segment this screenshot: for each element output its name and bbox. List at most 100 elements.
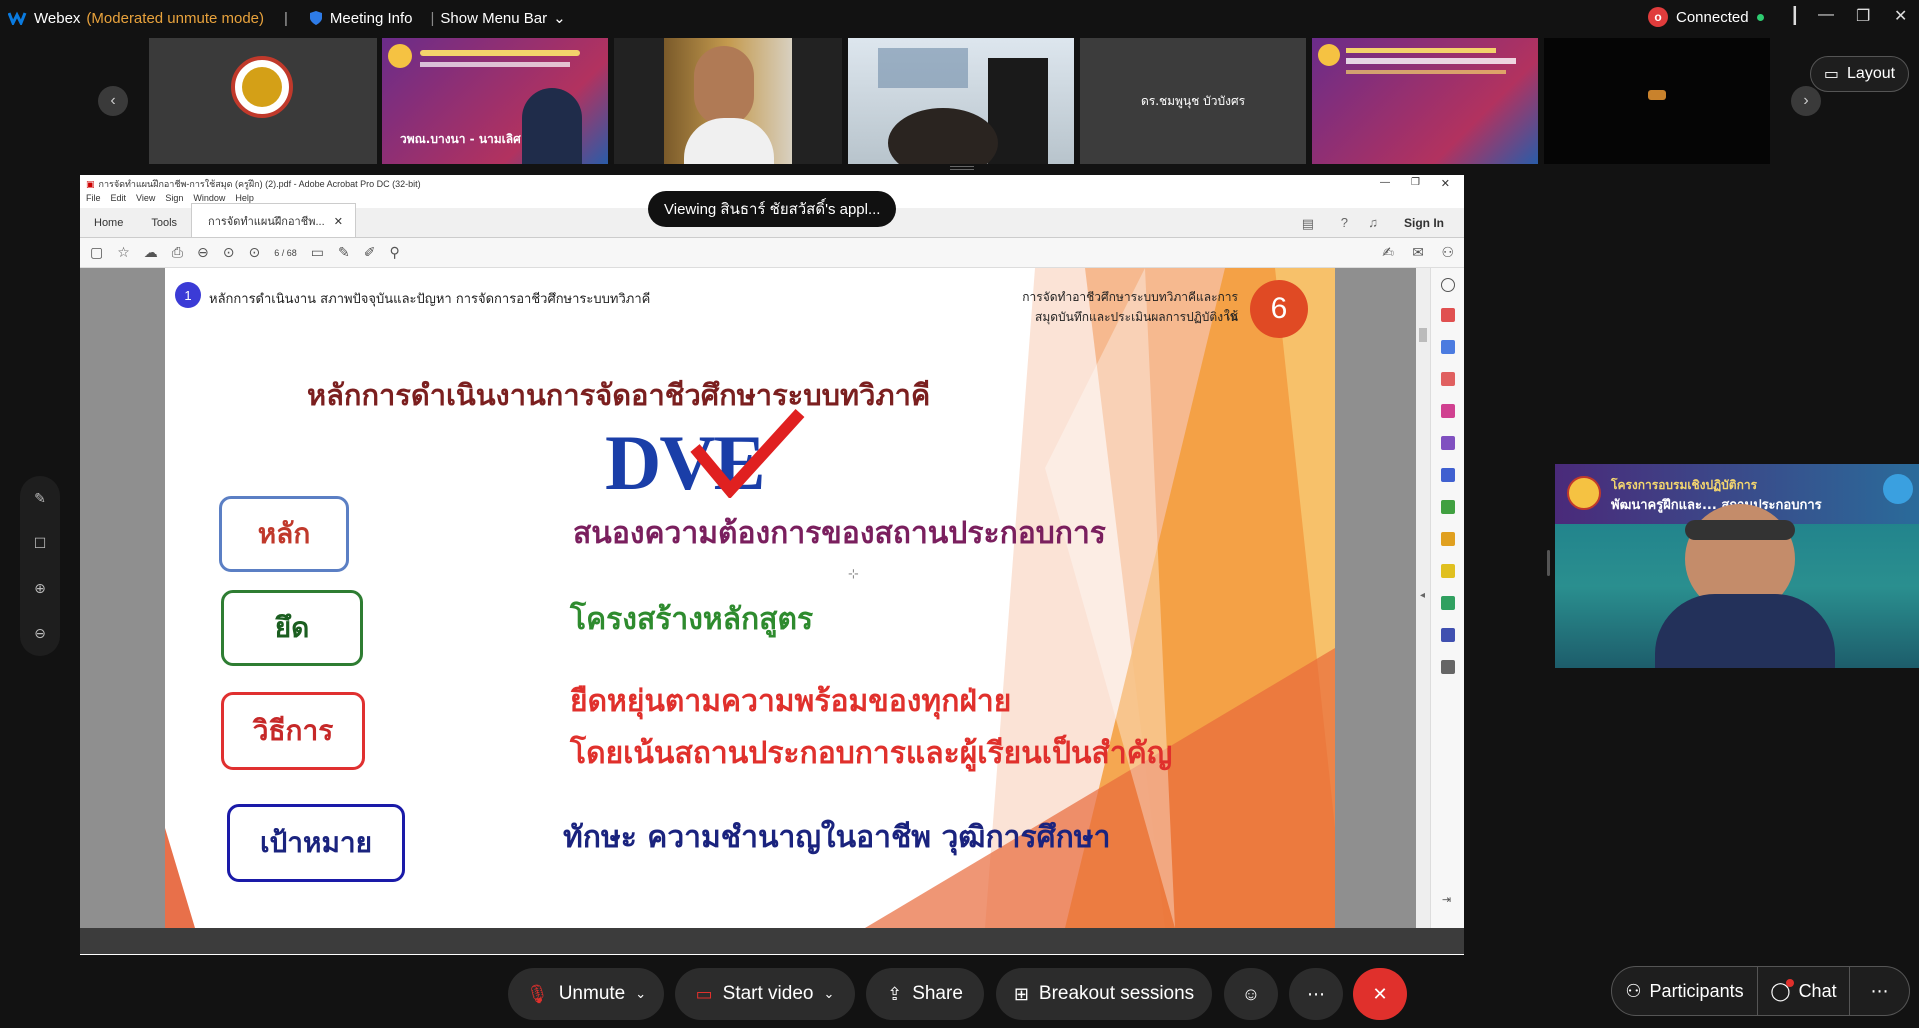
resize-handle[interactable] xyxy=(950,166,974,170)
page-number-field[interactable]: 6 / 68 xyxy=(274,248,297,258)
more-options-button[interactable]: ⋯ xyxy=(1289,968,1343,1020)
tab-document[interactable]: การจัดทำแผนฝึกอาชีพ... ✕ xyxy=(191,203,356,237)
current-page[interactable]: 6 xyxy=(274,248,279,258)
participants-button[interactable]: ⚇ Participants xyxy=(1611,966,1758,1016)
participant-tile[interactable] xyxy=(149,38,377,164)
start-video-button[interactable]: ▭ Start video ⌄ xyxy=(675,968,855,1020)
zoom-in-icon[interactable]: ⊕ xyxy=(34,580,46,597)
layout-button[interactable]: ▭ Layout xyxy=(1810,56,1909,92)
participant-tile[interactable] xyxy=(1544,38,1770,164)
resize-handle[interactable] xyxy=(1547,550,1550,576)
edit-pdf-icon[interactable] xyxy=(1441,372,1455,386)
chevron-down-icon[interactable]: ⌄ xyxy=(823,986,834,1002)
print-icon[interactable]: ⎙ xyxy=(172,244,183,261)
more-panels-button[interactable]: ⋯ xyxy=(1850,966,1910,1016)
share-label: Share xyxy=(912,983,963,1004)
participant-tile[interactable] xyxy=(848,38,1074,164)
menu-view[interactable]: View xyxy=(136,193,155,208)
participant-tile[interactable]: วพณ.บางนา - นามเลิศ xyxy=(382,38,608,164)
unread-dot xyxy=(1786,978,1795,987)
restore-icon[interactable]: ❐ xyxy=(1856,6,1870,26)
show-menu-bar-label: Show Menu Bar xyxy=(440,9,548,27)
export-pdf-icon[interactable] xyxy=(1441,308,1455,322)
row-text-principle: สนองความต้องการของสถานประกอบการ xyxy=(573,516,1106,551)
collapse-right-icon[interactable]: ◂ xyxy=(1420,590,1425,601)
close-icon[interactable]: ✕ xyxy=(1441,177,1450,190)
bell-icon[interactable]: ♫ xyxy=(1368,215,1378,230)
email-icon[interactable]: ✉ xyxy=(1412,244,1424,261)
sign-in-button[interactable]: Sign In xyxy=(1404,216,1444,230)
draw-icon[interactable]: ✐ xyxy=(364,244,376,261)
share-user-icon[interactable]: ⚇ xyxy=(1441,244,1454,261)
person-face xyxy=(694,46,754,126)
save-icon[interactable]: ▢ xyxy=(90,244,103,261)
create-pdf-icon[interactable] xyxy=(1441,340,1455,354)
more-tools-icon[interactable] xyxy=(1441,660,1455,674)
menu-edit[interactable]: Edit xyxy=(111,193,127,208)
active-speaker-video[interactable]: โครงการอบรมเชิงปฏิบัติการ พัฒนาครูฝึกและ… xyxy=(1555,464,1919,668)
minimize-icon[interactable]: — xyxy=(1380,177,1390,188)
more-icon: ⋯ xyxy=(1307,983,1325,1004)
fill-sign-icon[interactable]: ✍ xyxy=(1382,244,1394,261)
participant-tile[interactable]: ดร.ชมพูนุช บัวบังศร xyxy=(1080,38,1306,164)
organize-pages-icon[interactable] xyxy=(1441,500,1455,514)
protect-icon[interactable] xyxy=(1441,532,1455,546)
zoom-out-icon[interactable]: ⊖ xyxy=(34,625,46,642)
star-icon[interactable]: ☆ xyxy=(117,244,130,261)
breakout-sessions-button[interactable]: ⊞ Breakout sessions xyxy=(996,968,1212,1020)
minimize-icon[interactable]: — xyxy=(1818,6,1834,24)
unmute-button[interactable]: 🎙 Unmute ⌄ xyxy=(508,968,664,1020)
search-icon[interactable] xyxy=(1441,278,1455,292)
help-icon[interactable]: ? xyxy=(1341,215,1348,230)
restore-icon[interactable]: ❐ xyxy=(1411,177,1420,188)
banner-stripe xyxy=(1346,58,1516,64)
comment-tool-icon[interactable] xyxy=(1441,404,1455,418)
connection-status[interactable]: o Connected xyxy=(1648,7,1764,27)
meeting-info-button[interactable]: Meeting Info xyxy=(308,10,412,27)
banner-stripe xyxy=(420,50,580,56)
comment-icon[interactable] xyxy=(1441,564,1455,578)
tab-tools[interactable]: Tools xyxy=(137,217,191,237)
document-view[interactable]: 1 หลักการดำเนินงาน สภาพปัจจุบันและปัญหา … xyxy=(80,268,1430,928)
show-menu-bar-button[interactable]: | Show Menu Bar ⌄ xyxy=(430,9,565,28)
emblem-icon xyxy=(1883,474,1913,504)
hand-icon[interactable]: ☐ xyxy=(34,535,47,552)
comment-icon[interactable]: ▤ xyxy=(1302,216,1314,232)
scroll-thumb[interactable] xyxy=(1419,328,1427,342)
annotation-toolbar: ✎ ☐ ⊕ ⊖ xyxy=(20,476,60,656)
filmstrip-next-button[interactable]: › xyxy=(1791,86,1821,116)
send-sign-icon[interactable] xyxy=(1441,468,1455,482)
close-icon[interactable]: ✕ xyxy=(1894,6,1907,26)
annotate-icon[interactable]: ✎ xyxy=(34,490,46,507)
print-production-icon[interactable] xyxy=(1441,596,1455,610)
comment-tool-icon[interactable]: ▭ xyxy=(311,244,324,261)
cloud-upload-icon[interactable]: ☁ xyxy=(144,244,158,261)
reactions-button[interactable]: ☺ xyxy=(1224,968,1278,1020)
end-meeting-button[interactable]: ✕ xyxy=(1353,968,1407,1020)
highlight-icon[interactable]: ✎ xyxy=(338,244,350,261)
share-button[interactable]: ⇪ Share xyxy=(866,968,984,1020)
webex-logo-icon xyxy=(8,11,27,25)
stamp-icon[interactable]: ⚲ xyxy=(389,244,399,261)
participant-tile[interactable] xyxy=(1312,38,1538,164)
collapse-rail-icon[interactable]: ⇥ xyxy=(1442,893,1451,906)
menu-file[interactable]: File xyxy=(86,193,101,208)
red-check-icon xyxy=(690,408,805,498)
acrobat-icon: ▣ xyxy=(86,178,95,189)
chevron-down-icon[interactable]: ⌄ xyxy=(635,986,646,1002)
more-icon: ⋯ xyxy=(1870,980,1889,1001)
chat-button[interactable]: ◯ Chat xyxy=(1758,966,1850,1016)
tab-home[interactable]: Home xyxy=(80,217,137,237)
page-down-icon[interactable]: ⊙ xyxy=(248,244,260,261)
title-bar: Webex (Moderated unmute mode) | Meeting … xyxy=(0,0,1919,36)
fill-sign-icon[interactable] xyxy=(1441,436,1455,450)
zoom-out-icon[interactable]: ⊖ xyxy=(197,244,209,261)
page-up-icon[interactable]: ⊙ xyxy=(223,244,235,261)
shield-icon[interactable] xyxy=(1441,628,1455,642)
menu-sign[interactable]: Sign xyxy=(165,193,183,208)
divider: | xyxy=(430,9,435,27)
participant-tile[interactable] xyxy=(614,38,842,164)
filmstrip-prev-button[interactable]: ‹ xyxy=(98,86,128,116)
breakout-icon: ⊞ xyxy=(1013,983,1029,1004)
close-tab-icon[interactable]: ✕ xyxy=(334,216,343,228)
